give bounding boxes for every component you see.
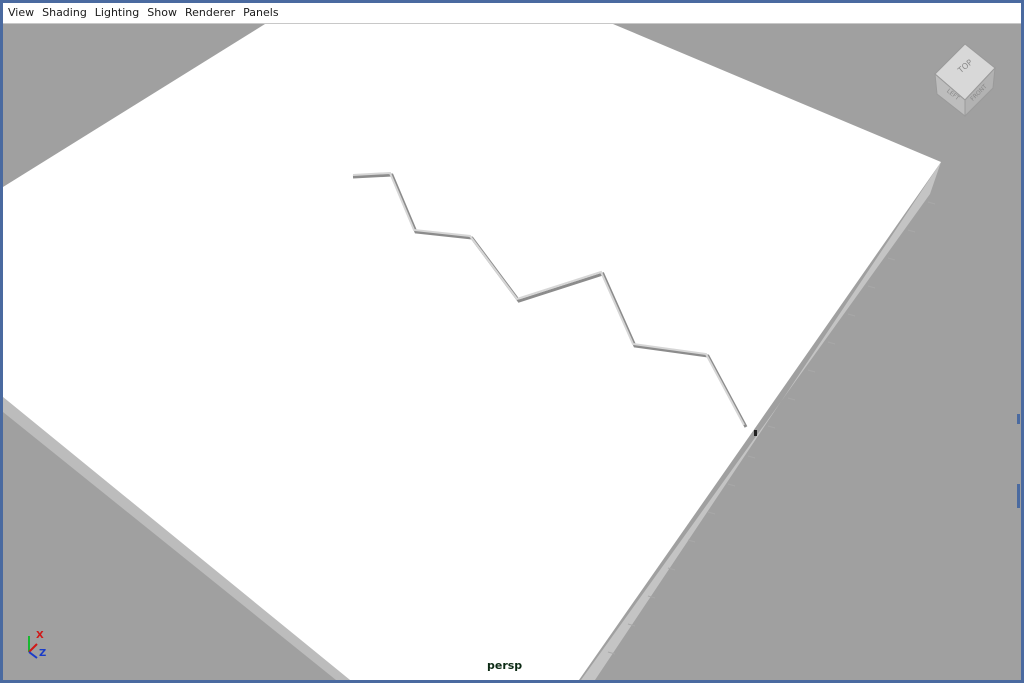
maya-viewport-panel: View Shading Lighting Show Renderer Pane… [0, 0, 1024, 683]
menu-show[interactable]: Show [143, 3, 181, 23]
axis-z-label: Z [39, 648, 47, 659]
menu-view[interactable]: View [3, 3, 38, 23]
panel-edge-mark [1017, 484, 1020, 508]
crack-end-marker [754, 430, 757, 436]
menu-lighting[interactable]: Lighting [91, 3, 143, 23]
panel-edge-mark [1017, 414, 1020, 424]
camera-name-label: persp [487, 659, 523, 672]
scene-canvas[interactable]: TOP LEFT FRONT [3, 24, 1021, 680]
menu-shading[interactable]: Shading [38, 3, 91, 23]
panel-menu-bar: View Shading Lighting Show Renderer Pane… [3, 3, 1021, 24]
menu-panels[interactable]: Panels [239, 3, 282, 23]
menu-renderer[interactable]: Renderer [181, 3, 239, 23]
perspective-viewport[interactable]: TOP LEFT FRONT X Z persp [3, 24, 1021, 680]
axis-x-label: X [36, 630, 44, 641]
